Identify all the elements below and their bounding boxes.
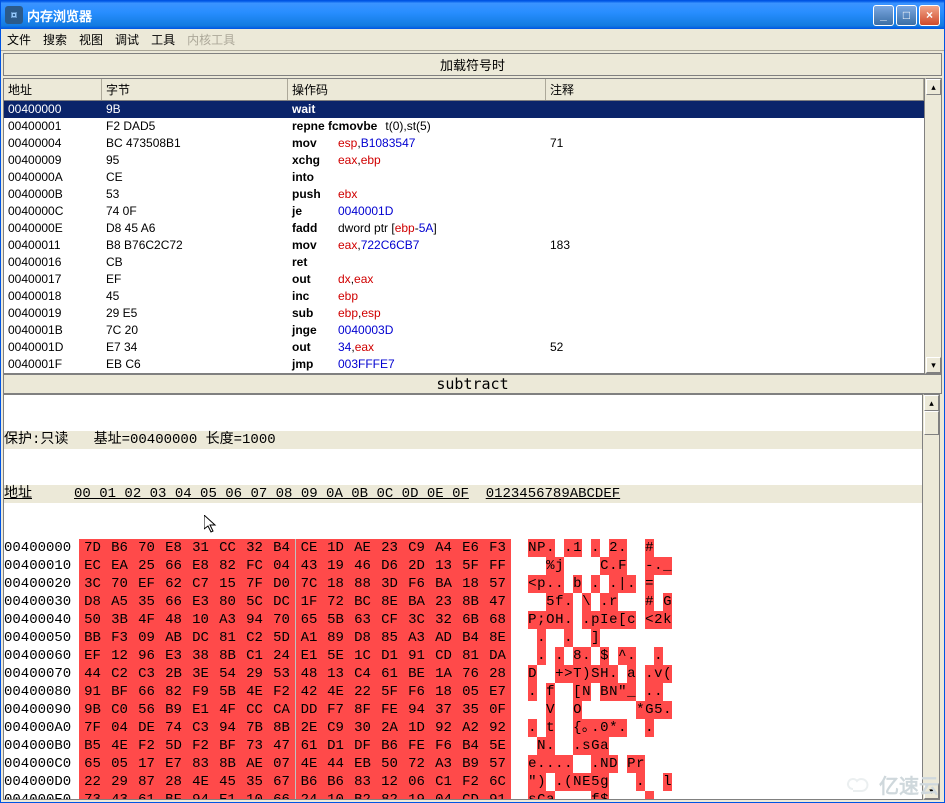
hex-status: 保护:只读 基址=00400000 长度=1000	[4, 431, 922, 449]
app-icon: ¤	[5, 6, 23, 24]
disasm-row[interactable]: 00400011B8 B76C2C72moveax,722C6CB7183	[4, 237, 924, 254]
disasm-row[interactable]: 0040000995xchgeax,ebp	[4, 152, 924, 169]
load-symbols-bar[interactable]: 加载符号时	[3, 53, 942, 76]
disasm-row[interactable]: 0040001845incebp	[4, 288, 924, 305]
disasm-row[interactable]: 0040001B7C 20jnge0040003D	[4, 322, 924, 339]
header-address[interactable]: 地址	[4, 79, 102, 100]
menu-file[interactable]: 文件	[7, 31, 31, 48]
close-button[interactable]: ×	[919, 5, 940, 26]
disassembly-header: 地址 字节 操作码 注释	[4, 79, 924, 101]
mid-label: subtract	[3, 374, 942, 394]
menu-kernel[interactable]: 内核工具	[187, 31, 235, 48]
scroll-down-icon[interactable]: ▾	[924, 783, 939, 799]
hex-dump[interactable]: 保护:只读 基址=00400000 长度=1000 地址 00 01 02 03…	[3, 394, 923, 800]
hex-row[interactable]: 004000E0734361BF94E110662410B2821904CD91…	[4, 791, 922, 800]
menu-view[interactable]: 视图	[79, 31, 103, 48]
header-comment[interactable]: 注释	[546, 79, 924, 100]
header-opcode[interactable]: 操作码	[288, 79, 546, 100]
hex-row[interactable]: 00400050BBF309ABDC81C25DA189D885A3ADB48E…	[4, 629, 922, 647]
hex-row[interactable]: 004000C0650517E7838BAE074E44EB5072A3B957…	[4, 755, 922, 773]
hex-row[interactable]: 00400060EF1296E3388BC124E15E1CD191CD81DA…	[4, 647, 922, 665]
disasm-row[interactable]: 0040000ACEinto	[4, 169, 924, 186]
scroll-up-icon[interactable]: ▴	[924, 395, 939, 411]
disasm-row[interactable]: 0040001929 E5subebp,esp	[4, 305, 924, 322]
disasm-row[interactable]: 00400017EFoutdx,eax	[4, 271, 924, 288]
hex-row[interactable]: 004000B0B54EF25DF2BF734761D1DFB6FEF6B45E…	[4, 737, 922, 755]
maximize-button[interactable]: □	[896, 5, 917, 26]
header-bytes[interactable]: 字节	[102, 79, 288, 100]
disasm-row[interactable]: 0040001FEB C6jmp003FFFE7	[4, 356, 924, 373]
hex-row[interactable]: 004000D0222987284E453567B6B6831206C1F26C…	[4, 773, 922, 791]
disasm-row[interactable]: 00400004BC 473508B1movesp,B108354771	[4, 135, 924, 152]
menu-debug[interactable]: 调试	[115, 31, 139, 48]
scroll-down-icon[interactable]: ▾	[926, 357, 941, 373]
hex-row[interactable]: 004000909BC056B9E14FCCCADDF78FFE9437350F…	[4, 701, 922, 719]
disasm-row[interactable]: 00400016CBret	[4, 254, 924, 271]
menu-tools[interactable]: 工具	[151, 31, 175, 48]
hex-columns: 地址 00 01 02 03 04 05 06 07 08 09 0A 0B 0…	[4, 485, 922, 503]
hex-row[interactable]: 004000203C70EF62C7157FD07C18883DF6BA1857…	[4, 575, 922, 593]
hex-scrollbar[interactable]: ▴ ▾	[923, 394, 940, 800]
disassembly-list[interactable]: 地址 字节 操作码 注释 004000009Bwait00400001F2 DA…	[3, 78, 925, 374]
disasm-row[interactable]: 004000009Bwait	[4, 101, 924, 118]
hex-row[interactable]: 0040007044C2C32B3E5429534813C461BE1A7628…	[4, 665, 922, 683]
minimize-button[interactable]: _	[873, 5, 894, 26]
window-title: 内存浏览器	[27, 6, 873, 25]
menu-search[interactable]: 搜索	[43, 31, 67, 48]
titlebar: ¤ 内存浏览器 _ □ ×	[1, 1, 944, 29]
scroll-thumb[interactable]	[924, 411, 939, 435]
disasm-scrollbar[interactable]: ▴ ▾	[925, 78, 942, 374]
disasm-row[interactable]: 0040001DE7 34out34,eax52	[4, 339, 924, 356]
hex-row[interactable]: 00400040503B4F4810A39470655B63CF3C326B68…	[4, 611, 922, 629]
hex-row[interactable]: 00400010ECEA2566E882FC04431946D62D135FFF…	[4, 557, 922, 575]
menubar: 文件 搜索 视图 调试 工具 内核工具	[1, 29, 944, 51]
hex-row[interactable]: 004000007DB670E831CC32B4CE1DAE23C9A4E6F3…	[4, 539, 922, 557]
disasm-row[interactable]: 0040000ED8 45 A6fadddword ptr [ebp-5A]	[4, 220, 924, 237]
disasm-row[interactable]: 0040000B53pushebx	[4, 186, 924, 203]
scroll-up-icon[interactable]: ▴	[926, 79, 941, 95]
disasm-row[interactable]: 00400001F2 DAD5repne fcmovbet(0),st(5)	[4, 118, 924, 135]
hex-row[interactable]: 00400030D8A53566E3805CDC1F72BC8EBA238B47…	[4, 593, 922, 611]
disasm-row[interactable]: 0040000C74 0Fje0040001D	[4, 203, 924, 220]
hex-row[interactable]: 004000A07F04DE74C3947B8B2EC9302A1D92A292…	[4, 719, 922, 737]
hex-row[interactable]: 0040008091BF6682F95B4EF2424E225FF61805E7…	[4, 683, 922, 701]
